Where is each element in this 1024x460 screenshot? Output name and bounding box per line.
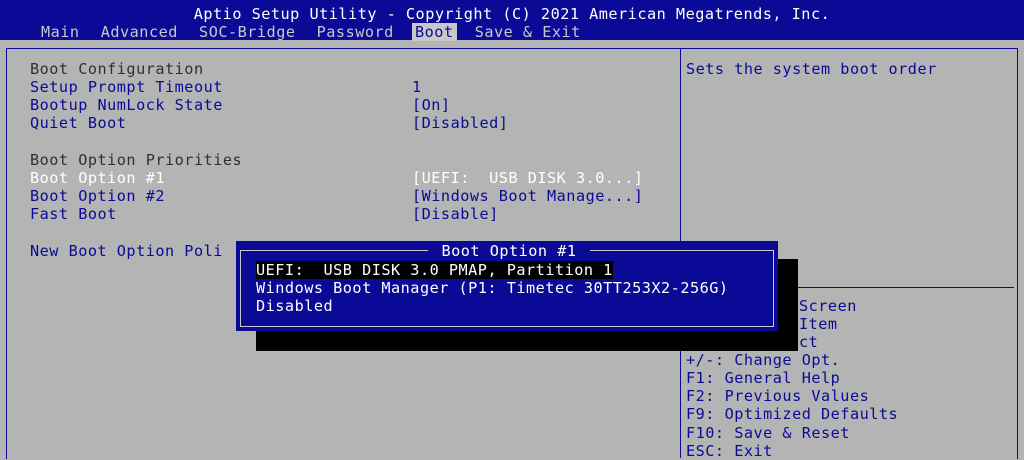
tab-password[interactable]: Password [314, 23, 397, 41]
quiet-boot-value[interactable]: [Disabled] [412, 114, 508, 132]
key-hint-select: ct [799, 333, 819, 351]
tab-save-exit[interactable]: Save & Exit [472, 23, 584, 41]
boot-option-1-value[interactable]: [UEFI: USB DISK 3.0...] [412, 169, 643, 187]
key-hint-previous-values: F2: Previous Values [686, 387, 870, 405]
bootup-numlock-state-value[interactable]: [On] [412, 96, 451, 114]
popup-option-disabled[interactable]: Disabled [256, 297, 333, 315]
new-boot-option-policy-label[interactable]: New Boot Option Poli [30, 242, 223, 260]
fast-boot-label[interactable]: Fast Boot [30, 205, 117, 223]
app-title: Aptio Setup Utility - Copyright (C) 2021… [193, 5, 831, 23]
popup-option-windows-boot-manager[interactable]: Windows Boot Manager (P1: Timetec 30TT25… [256, 279, 729, 297]
boot-option-1-label[interactable]: Boot Option #1 [30, 169, 165, 187]
bootup-numlock-state-label[interactable]: Bootup NumLock State [30, 96, 223, 114]
key-hint-exit: ESC: Exit [686, 442, 773, 460]
tab-advanced[interactable]: Advanced [98, 23, 181, 41]
tab-main[interactable]: Main [38, 23, 83, 41]
title-bar: Aptio Setup Utility - Copyright (C) 2021… [0, 0, 1024, 41]
tab-soc-bridge[interactable]: SOC-Bridge [196, 23, 298, 41]
help-description: Sets the system boot order [686, 60, 937, 78]
popup-border-top-left [240, 250, 428, 251]
boot-option-2-value[interactable]: [Windows Boot Manage...] [412, 187, 643, 205]
boot-option-2-label[interactable]: Boot Option #2 [30, 187, 165, 205]
setup-prompt-timeout-label[interactable]: Setup Prompt Timeout [30, 78, 223, 96]
key-hint-save-reset: F10: Save & Reset [686, 424, 850, 442]
key-hint-select-item: Item [799, 315, 838, 333]
boot-option-popup: Boot Option #1 UEFI: USB DISK 3.0 PMAP, … [236, 241, 778, 331]
popup-border-top-right [590, 250, 773, 251]
tab-boot[interactable]: Boot [411, 23, 457, 41]
setup-prompt-timeout-value[interactable]: 1 [412, 78, 422, 96]
key-hint-optimized-defaults: F9: Optimized Defaults [686, 405, 899, 423]
popup-option-usb-disk[interactable]: UEFI: USB DISK 3.0 PMAP, Partition 1 [256, 261, 613, 279]
key-hint-general-help: F1: General Help [686, 369, 841, 387]
key-hint-select-screen: Screen [799, 297, 857, 315]
quiet-boot-label[interactable]: Quiet Boot [30, 114, 126, 132]
key-hint-change-opt: +/-: Change Opt. [686, 351, 841, 369]
section-boot-option-priorities: Boot Option Priorities [30, 151, 243, 169]
tab-bar: Main Advanced SOC-Bridge Password Boot S… [38, 23, 590, 41]
popup-title: Boot Option #1 [441, 242, 577, 260]
fast-boot-value[interactable]: [Disable] [412, 205, 499, 223]
section-boot-configuration: Boot Configuration [30, 60, 204, 78]
